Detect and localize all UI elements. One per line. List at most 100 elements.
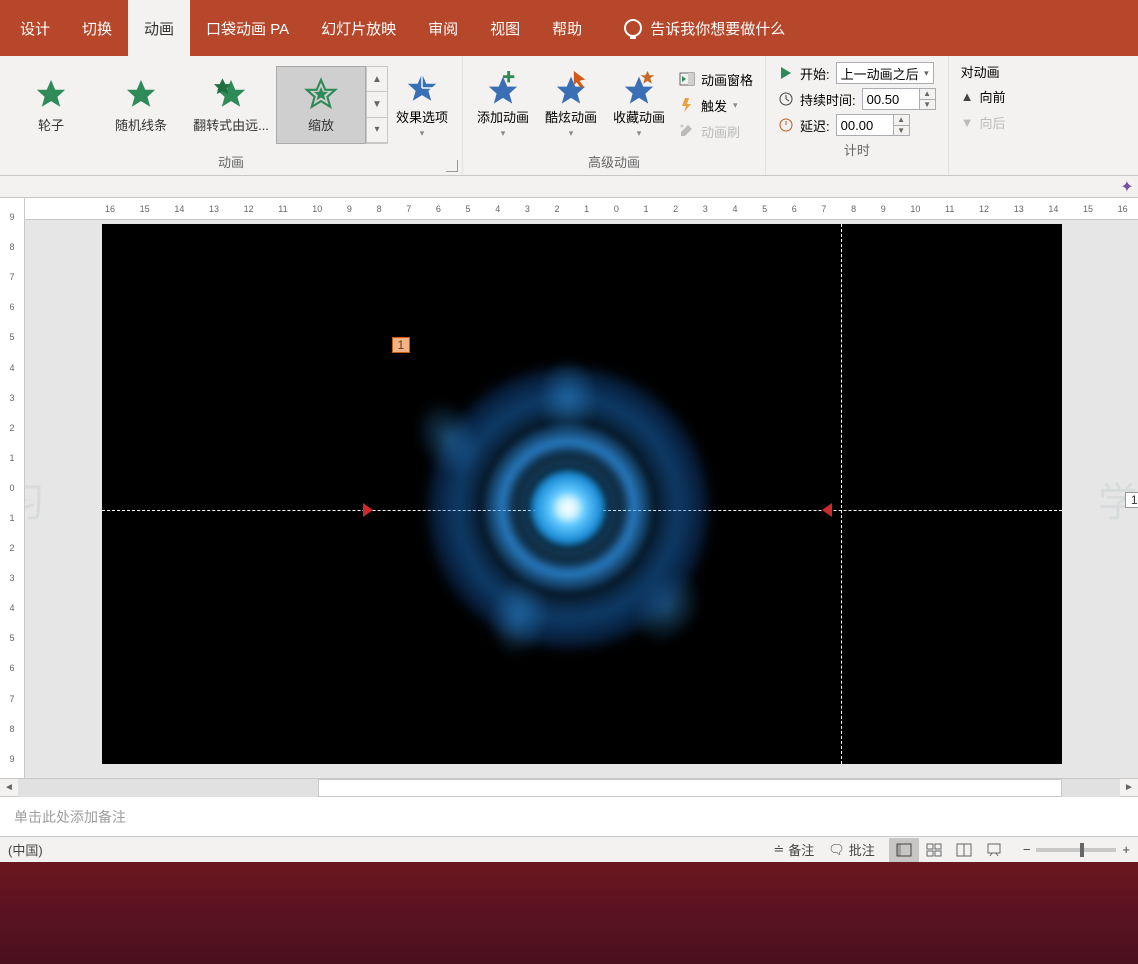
slideshow-view-button[interactable] [979, 838, 1009, 862]
dropdown-icon: ▾ [733, 100, 738, 111]
dialog-launcher-icon[interactable] [446, 160, 458, 172]
tab-review[interactable]: 审阅 [412, 0, 474, 56]
tell-me-search[interactable]: 告诉我你想要做什么 [608, 0, 801, 56]
anim-zoom[interactable]: 缩放 [276, 66, 366, 144]
anim-random-bars[interactable]: 随机线条 [96, 66, 186, 144]
energy-ball-image[interactable] [428, 368, 708, 648]
duration-label: 持续时间: [800, 90, 856, 109]
trigger-button[interactable]: 触发 ▾ [679, 94, 753, 116]
gallery-more[interactable]: ▾ [367, 118, 387, 143]
spin-down[interactable]: ▼ [894, 126, 909, 136]
cool-animation-label: 酷炫动画 [545, 107, 597, 126]
dropdown-icon: ▾ [501, 128, 506, 139]
scroll-left-button[interactable]: ◄ [0, 782, 18, 793]
fav-animation-button[interactable]: 收藏动画 ▾ [605, 60, 673, 150]
slide-canvas[interactable]: 1 1 [102, 224, 1062, 764]
comment-icon: 🗨 [828, 842, 845, 858]
move-later-label: 向后 [980, 113, 1006, 132]
zoom-out-button[interactable]: − [1023, 842, 1031, 857]
brush-icon [679, 123, 695, 139]
animation-painter-button[interactable]: 动画刷 [679, 120, 753, 142]
pane-icon [679, 71, 695, 87]
animation-indicator[interactable]: 1 [1125, 492, 1138, 508]
lightning-icon [679, 97, 695, 113]
tab-help[interactable]: 帮助 [536, 0, 598, 56]
animation-pane-toggle-icon[interactable]: ✦ [1116, 176, 1138, 197]
view-buttons [889, 838, 1009, 862]
gallery-down[interactable]: ▼ [367, 92, 387, 117]
anim-flip[interactable]: 翻转式由远... [186, 66, 276, 144]
scroll-right-button[interactable]: ► [1120, 782, 1138, 793]
star-plus-icon [486, 71, 520, 105]
tab-animation[interactable]: 动画 [128, 0, 190, 56]
tab-design[interactable]: 设计 [4, 0, 66, 56]
move-earlier-label: 向前 [980, 87, 1006, 106]
language-status[interactable]: (中国) [8, 840, 43, 859]
normal-view-button[interactable] [889, 838, 919, 862]
delay-icon [778, 117, 794, 133]
duration-input[interactable] [862, 88, 920, 110]
zoom-control: − + [1023, 842, 1130, 857]
zoom-in-button[interactable]: + [1122, 842, 1130, 857]
star-icon [34, 77, 68, 111]
dropdown-icon: ▾ [420, 128, 425, 139]
gallery-spinner: ▲ ▼ ▾ [366, 66, 388, 144]
bottom-banner [0, 862, 1138, 964]
scroll-track[interactable] [18, 779, 1120, 797]
pane-toggle-bar: ✦ [0, 176, 1138, 198]
spin-down[interactable]: ▼ [920, 100, 935, 110]
anim-wheel-label: 轮子 [38, 115, 64, 134]
effect-options-label: 效果选项 [396, 107, 448, 126]
dropdown-icon: ▾ [569, 128, 574, 139]
motion-end-icon[interactable] [822, 503, 832, 517]
start-combo[interactable]: 上一动画之后 ▾ [836, 62, 934, 84]
gallery-up[interactable]: ▲ [367, 67, 387, 92]
notes-icon: ≐ [773, 842, 784, 858]
tab-view[interactable]: 视图 [474, 0, 536, 56]
trigger-label: 触发 [701, 96, 727, 115]
sorter-view-button[interactable] [919, 838, 949, 862]
delay-input[interactable] [836, 114, 894, 136]
dropdown-icon: ▾ [924, 68, 929, 79]
move-earlier-button[interactable]: ▲ 向前 [961, 85, 1006, 107]
motion-start-icon[interactable] [363, 503, 373, 517]
vertical-ruler: 9876543210123456789 [0, 198, 25, 778]
star-cursor-icon [554, 71, 588, 105]
horizontal-scrollbar[interactable]: ◄ ► [0, 778, 1138, 796]
scroll-thumb[interactable] [318, 779, 1062, 797]
star-small-icon [622, 71, 656, 105]
up-arrow-icon: ▲ [961, 89, 974, 104]
tab-transition[interactable]: 切换 [66, 0, 128, 56]
tab-slideshow[interactable]: 幻灯片放映 [305, 0, 412, 56]
reading-view-button[interactable] [949, 838, 979, 862]
spin-up[interactable]: ▲ [894, 115, 909, 126]
comments-toggle[interactable]: 🗨 批注 [828, 840, 875, 859]
delay-label: 延迟: [800, 116, 830, 135]
anim-random-bars-label: 随机线条 [115, 115, 167, 134]
add-animation-button[interactable]: 添加动画 ▾ [469, 60, 537, 150]
notes-toggle[interactable]: ≐ 备注 [773, 840, 814, 859]
star-icon [405, 71, 439, 105]
notes-pane[interactable]: 单击此处添加备注 [0, 796, 1138, 836]
spin-up[interactable]: ▲ [920, 89, 935, 100]
move-later-button[interactable]: ▼ 向后 [961, 111, 1006, 133]
status-bar: (中国) ≐ 备注 🗨 批注 − + [0, 836, 1138, 862]
effect-options-button[interactable]: 效果选项 ▾ [388, 60, 456, 150]
work-area: 9876543210123456789 16151413121110987654… [0, 198, 1138, 778]
animation-tag[interactable]: 1 [392, 337, 411, 353]
horizontal-ruler: 1615141312111098765432101234567891011121… [25, 198, 1138, 220]
cool-animation-button[interactable]: 酷炫动画 ▾ [537, 60, 605, 150]
group-advanced-label: 高级动画 [463, 150, 765, 175]
ribbon: 轮子 随机线条 翻转式由远... 缩放 ▲ ▼ ▾ 效果选项 [0, 56, 1138, 176]
start-value: 上一动画之后 [841, 64, 919, 83]
tab-pocket-animation[interactable]: 口袋动画 PA [190, 0, 305, 56]
star-icon [124, 77, 158, 111]
group-animation-label: 动画 [0, 150, 462, 175]
anim-wheel[interactable]: 轮子 [6, 66, 96, 144]
reorder-label: 对动画 [961, 62, 1006, 81]
tell-me-label: 告诉我你想要做什么 [650, 18, 785, 39]
animation-pane-button[interactable]: 动画窗格 [679, 68, 753, 90]
slide-area[interactable]: 习 学习 1 [25, 220, 1138, 778]
zoom-slider[interactable] [1036, 848, 1116, 852]
vertical-guide [841, 224, 842, 764]
